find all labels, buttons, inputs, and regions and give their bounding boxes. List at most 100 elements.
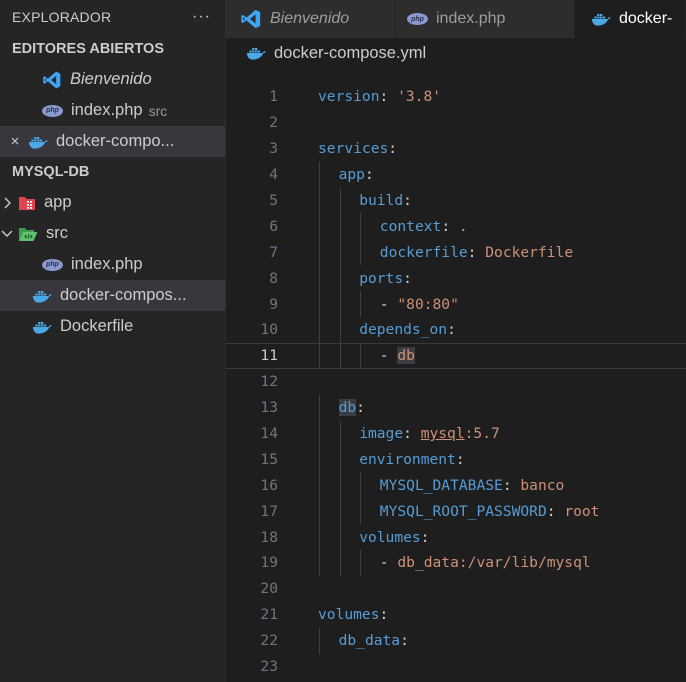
indent-guide [339,239,341,266]
editor-tabs: Bienvenido php index.php docker- [226,0,686,38]
code-token: db_data [338,632,401,650]
code-text: MYSQL_DATABASE: banco [380,472,565,498]
code-line[interactable]: 21 volumes: [226,602,686,628]
code-line[interactable]: 22 db_data: [226,627,686,654]
vscode-icon [240,8,262,30]
project-heading[interactable]: MYSQL-DB [0,157,225,187]
code-token: app [338,166,365,184]
code-line[interactable]: 7 dockerfile: Dockerfile [226,239,686,266]
indent-guide [319,446,320,473]
open-editor-label: Bienvenido [70,70,152,88]
explorer-header: EXPLORADOR ··· [0,0,225,34]
code-line[interactable]: 16 MYSQL_DATABASE: banco [226,472,686,499]
code-line[interactable]: 4 app: [226,161,686,188]
line-number: 18 [260,528,278,546]
vscode-icon [42,70,62,90]
tab-docker-compose[interactable]: docker- [575,0,686,38]
indent-guide [339,213,341,240]
open-editor-folder: src [148,102,168,119]
breadcrumb[interactable]: docker-compose.yml [226,38,686,68]
indent-guide [319,498,320,525]
tree-item-app[interactable]: app [0,187,225,218]
code-line[interactable]: 3 services: [226,136,686,162]
indent-guide [339,446,341,473]
code-token: context [379,217,442,235]
folder-open-icon [18,226,38,242]
explorer-title: EXPLORADOR [12,9,112,25]
line-number: 16 [260,476,278,494]
code-token: build [359,192,404,209]
line-number: 14 [260,425,278,443]
code-line[interactable]: 1 version: '3.8' [226,84,686,110]
code-line[interactable]: 12 [226,369,686,395]
line-number: 23 [260,658,278,676]
docker-icon [32,319,52,335]
code-line[interactable]: 8 ports: [226,265,686,292]
open-editor-docker-compose[interactable]: × docker-compo... [0,126,225,157]
line-number: 4 [269,166,278,184]
indent-guide [319,317,320,343]
tree-item-index-php[interactable]: php index.php [0,249,225,280]
indent-guide [360,498,362,525]
code-token: :5.7 [464,425,500,443]
code-line[interactable]: 5 build: [226,187,686,214]
open-editor-label: index.php [71,101,143,119]
code-token: : [356,399,365,417]
code-token: db [338,399,357,417]
code-line[interactable]: 2 [226,110,686,136]
tab-index-php[interactable]: php index.php [395,0,575,38]
open-editors-heading[interactable]: EDITORES ABIERTOS [0,34,225,64]
indent-guide [319,627,320,654]
code-line[interactable]: 11 - db [226,342,686,369]
code-token: version [318,88,380,106]
indent-guide [339,291,341,318]
code-token: root [564,502,600,520]
code-line[interactable]: 18 volumes: [226,524,686,551]
indent-guide [360,239,362,266]
open-editor-index-php[interactable]: php index.php src [0,95,225,126]
code-line[interactable]: 14 image: mysql:5.7 [226,420,686,447]
code-token: Dockerfile [485,243,574,261]
close-icon[interactable]: × [8,133,22,150]
code-line[interactable]: 23 [226,654,686,680]
code-editor[interactable]: 1 version: '3.8' 2 3 services:4 app:5 build:6 c… [226,84,686,679]
code-token: MYSQL_DATABASE [379,476,503,494]
indent-guide [319,239,320,266]
code-token: : [441,217,459,235]
line-number: 7 [269,243,278,261]
line-number: 20 [260,580,278,598]
indent-guide [339,550,341,576]
line-number: 12 [260,373,278,391]
code-token: - [379,295,398,313]
more-actions-icon[interactable]: ··· [192,8,211,26]
tab-bienvenido[interactable]: Bienvenido [226,0,395,38]
tree-item-docker-compose[interactable]: docker-compos... [0,280,225,311]
code-token: banco [520,476,565,494]
code-token: : [447,321,456,339]
code-line[interactable]: 13 db: [226,394,686,421]
open-editor-bienvenido[interactable]: Bienvenido [0,64,225,95]
code-line[interactable]: 19 - db_data:/var/lib/mysql [226,550,686,576]
line-number: 22 [260,632,278,650]
indent-guide [339,472,341,499]
code-token: depends_on [359,321,448,339]
tree-item-dockerfile[interactable]: Dockerfile [0,311,225,342]
line-number: 2 [269,114,278,132]
line-number: 6 [269,217,278,235]
code-text: build: [359,188,412,214]
code-line[interactable]: 20 [226,576,686,602]
tree-item-src[interactable]: src [0,218,225,249]
code-token: db [397,347,415,365]
code-text: - "80:80" [380,291,459,317]
indent-guide [319,550,320,576]
code-token: ports [359,269,404,287]
code-line[interactable]: 17 MYSQL_ROOT_PASSWORD: root [226,498,686,525]
code-line[interactable]: 6 context: . [226,213,686,240]
code-line[interactable]: 9 - "80:80" [226,291,686,318]
code-token: : [379,88,398,106]
line-number: 1 [269,88,278,106]
code-line[interactable]: 10 depends_on: [226,317,686,343]
indent-guide [339,187,341,214]
code-text: environment: [359,446,464,472]
code-line[interactable]: 15 environment: [226,446,686,473]
